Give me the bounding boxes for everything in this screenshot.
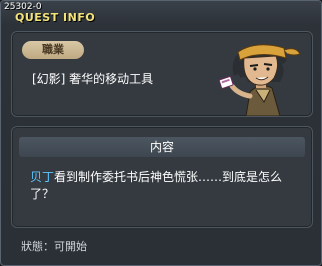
quest-name: [幻影] 奢华的移动工具 — [32, 72, 154, 86]
title-bar[interactable]: 25302-0 QUEST INFO — [1, 1, 321, 25]
description-text: 看到制作委托书后神色慌张……到底是怎么了？ — [30, 170, 283, 201]
content-panel: 内容 贝丁看到制作委托书后神色慌张……到底是怎么了？ — [11, 126, 313, 228]
quest-info-window: 25302-0 QUEST INFO 職業 [幻影] 奢华的移动工具 内容 贝丁… — [0, 0, 322, 266]
npc-name-link[interactable]: 贝丁 — [30, 170, 54, 184]
quest-description: 贝丁看到制作委托书后神色慌张……到底是怎么了？ — [30, 169, 302, 203]
npc-portrait-icon — [218, 44, 301, 116]
window-title: QUEST INFO — [15, 11, 96, 24]
quest-summary-panel: 職業 [幻影] 奢华的移动工具 — [11, 31, 313, 117]
content-header: 内容 — [19, 137, 305, 157]
job-tag: 職業 — [22, 41, 84, 59]
close-icon[interactable] — [309, 4, 319, 14]
status-text: 狀態：可開始 — [21, 240, 87, 253]
